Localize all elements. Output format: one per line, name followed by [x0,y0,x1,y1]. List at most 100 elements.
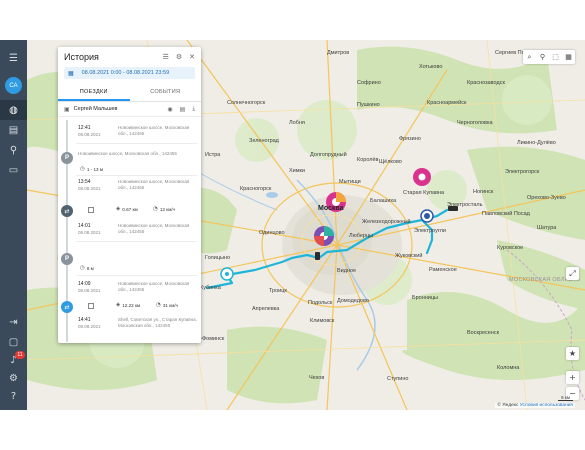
select-area-icon[interactable]: ⬚ [549,50,562,64]
distance-icon: ◈ [116,302,121,308]
point-address: Shell, Советская ул., Старая Купавна, Мо… [118,317,197,328]
map-label-sofrino: Софрино [357,80,381,86]
map-label-kubinka: Кубинка [200,285,221,291]
map-scale: 5 км [558,395,573,401]
map-label-pushkino: Пушкино [357,102,380,108]
chat-icon[interactable]: ▢ [0,332,27,352]
point-time: 14:09 [78,281,91,287]
location-pin-icon[interactable]: ⚲ [0,140,27,160]
map-label-staraya-kupavna: Старая Купавна [403,190,445,196]
map-label-krasnozavodsk: Краснозаводск [467,80,505,86]
map-label-dmitrov: Дмитров [327,50,350,56]
driver-name[interactable]: Сергей Мальшев [74,106,161,112]
speedometer-icon: ◔ [153,206,158,212]
nav-rail: ☰ СА ◍ ▤ ⚲ ▭ ⇥ ▢ ♪ 11 ⚙ ? [0,40,27,410]
attribution-prefix: © Яндекс [497,403,519,408]
trip-speed-value: 12 [159,206,165,212]
map-label-domodedovo: Домодедово [337,298,369,304]
trip-speed-unit: км/ч [166,206,176,212]
parking-icon: P [61,253,73,265]
map-label-mytishchi: Мытищи [339,179,361,185]
map-label-pavlovsky-posad: Павловский Посад [482,211,530,217]
map-label-korolyov: Королёв [357,157,379,163]
close-icon[interactable]: ✕ [189,53,195,61]
parking-duration-value: 8 [86,265,90,271]
layers-icon[interactable]: ▦ [562,50,575,64]
download-icon[interactable]: ⤓ [192,105,195,113]
parking-duration: ◷ 1 - 13 м [80,166,103,172]
point-address: Новоивинское шоссе, Московская обл., 142… [118,125,190,136]
map-label-dolgoprudny: Долгопрудный [310,152,347,158]
date-range-field[interactable]: ▦ 08.08.2021 0:00 - 08.08.2021 23:59 [64,67,195,79]
map-label-zheleznodorozhny: Железнодорожный [362,219,411,225]
map-label-orekhovo-zuevo: Орехово-Зуево [527,195,566,201]
list-view-icon[interactable]: ☰ [163,53,169,61]
map-label-krasnogorsk: Красногорск [240,186,272,192]
favorite-star-icon[interactable]: ★ [566,347,579,360]
divider [76,275,197,276]
logout-icon[interactable]: ⇥ [0,312,27,332]
map-label-vidnoye: Видное [337,268,357,274]
map-label-golitsyno: Голицыно [205,255,231,261]
report-icon[interactable]: ▤ [0,120,27,140]
help-icon[interactable]: ? [0,386,27,406]
history-app: ☰ СА ◍ ▤ ⚲ ▭ ⇥ ▢ ♪ 11 ⚙ ? Москва Мытищи … [0,40,585,410]
point-date: 08.08.2021 [78,230,101,235]
map-label-fryazino: Фрязино [399,136,421,142]
point-address: Новоивинское шоссе, Московская обл., 142… [118,223,190,234]
zoom-in-button[interactable]: + [566,371,579,384]
route-icon: ⇄ [61,301,73,313]
search-icon[interactable]: ⌕ [523,50,536,64]
trip-checkbox[interactable] [88,207,94,213]
location-pin-icon[interactable]: ⚲ [536,50,549,64]
tab-events[interactable]: СОБЫТИЯ [130,85,202,101]
clock-icon: ◷ [80,265,85,271]
divider [76,175,197,176]
map-attribution: © Яндекс Условия использования [495,403,575,408]
map-label-shatura: Шатура [537,225,557,231]
driver-row: ▣ Сергей Мальшев ◉ ▤ ⤓ [58,102,201,117]
parking-icon: P [61,152,73,164]
point-address: Новоивинское шоссе, Московская обл., 142… [118,281,190,292]
map-label-ramenskoye: Раменское [429,267,457,273]
palette-icon[interactable]: ◉ [167,106,172,113]
fullscreen-icon[interactable]: ⤢ [566,267,579,280]
map-label-aprelevka: Апрелевка [252,306,280,312]
map-label-zhukovsky: Жуковский [395,253,423,259]
calendar-icon: ▦ [68,69,74,77]
map-label-moscow: Москва [318,205,344,212]
vehicle-icon[interactable]: ▭ [0,160,27,180]
map-label-chernogolovka: Черноголовка [457,120,493,126]
tab-trips[interactable]: ПОЕЗДКИ [58,85,130,101]
parking-address: Новоивинское шоссе, Московская обл., 142… [78,151,177,156]
user-avatar[interactable]: СА [5,77,22,94]
globe-icon[interactable]: ◍ [0,100,27,120]
distance-icon: ◈ [116,206,121,212]
table-icon[interactable]: ▤ [180,106,186,113]
map-label-klimovsk: Климовск [310,318,335,324]
map-label-troitsk: Троицк [269,288,287,294]
map-label-likino-dulyovo: Ликино-Дулёво [517,140,556,146]
point-date: 08.08.2021 [78,186,101,191]
point-time: 13:54 [78,179,91,185]
map-label-elektrougli: Электроугли [414,228,446,234]
trip-distance: ◈ 0.67 км [116,206,138,212]
parking-duration-unit: м [90,265,94,271]
menu-toggle-icon[interactable]: ☰ [0,48,27,68]
map-label-khimki: Химки [289,168,306,174]
map-label-lobnya: Лобня [289,120,305,126]
point-date: 08.08.2021 [78,132,101,137]
trip-checkbox[interactable] [88,303,94,309]
settings-gear-icon[interactable]: ⚙ [0,368,27,388]
trip-distance: ◈ 12.22 км [116,302,140,308]
settings-icon[interactable]: ⚙ [176,53,182,61]
parking-duration-unit: м [99,166,104,172]
trip-speed-value: 31 [162,302,168,308]
point-date: 08.08.2021 [78,288,101,293]
terms-of-use-link[interactable]: Условия использования [520,403,573,408]
trip-distance-value: 12.22 [122,302,134,308]
divider [76,143,197,144]
speedometer-icon: ◔ [156,302,161,308]
trip-distance-value: 0.67 [122,206,132,212]
route-icon: ⇄ [61,205,73,217]
